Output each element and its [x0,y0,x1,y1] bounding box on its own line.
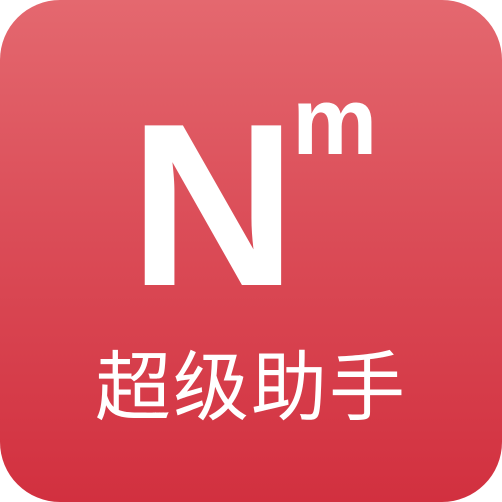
logo-superscript-m: m [292,68,378,175]
logo-letter-n: N [129,76,297,335]
app-name-caption: 超级助手 [95,343,407,432]
app-icon: N m 超级助手 [0,0,502,502]
